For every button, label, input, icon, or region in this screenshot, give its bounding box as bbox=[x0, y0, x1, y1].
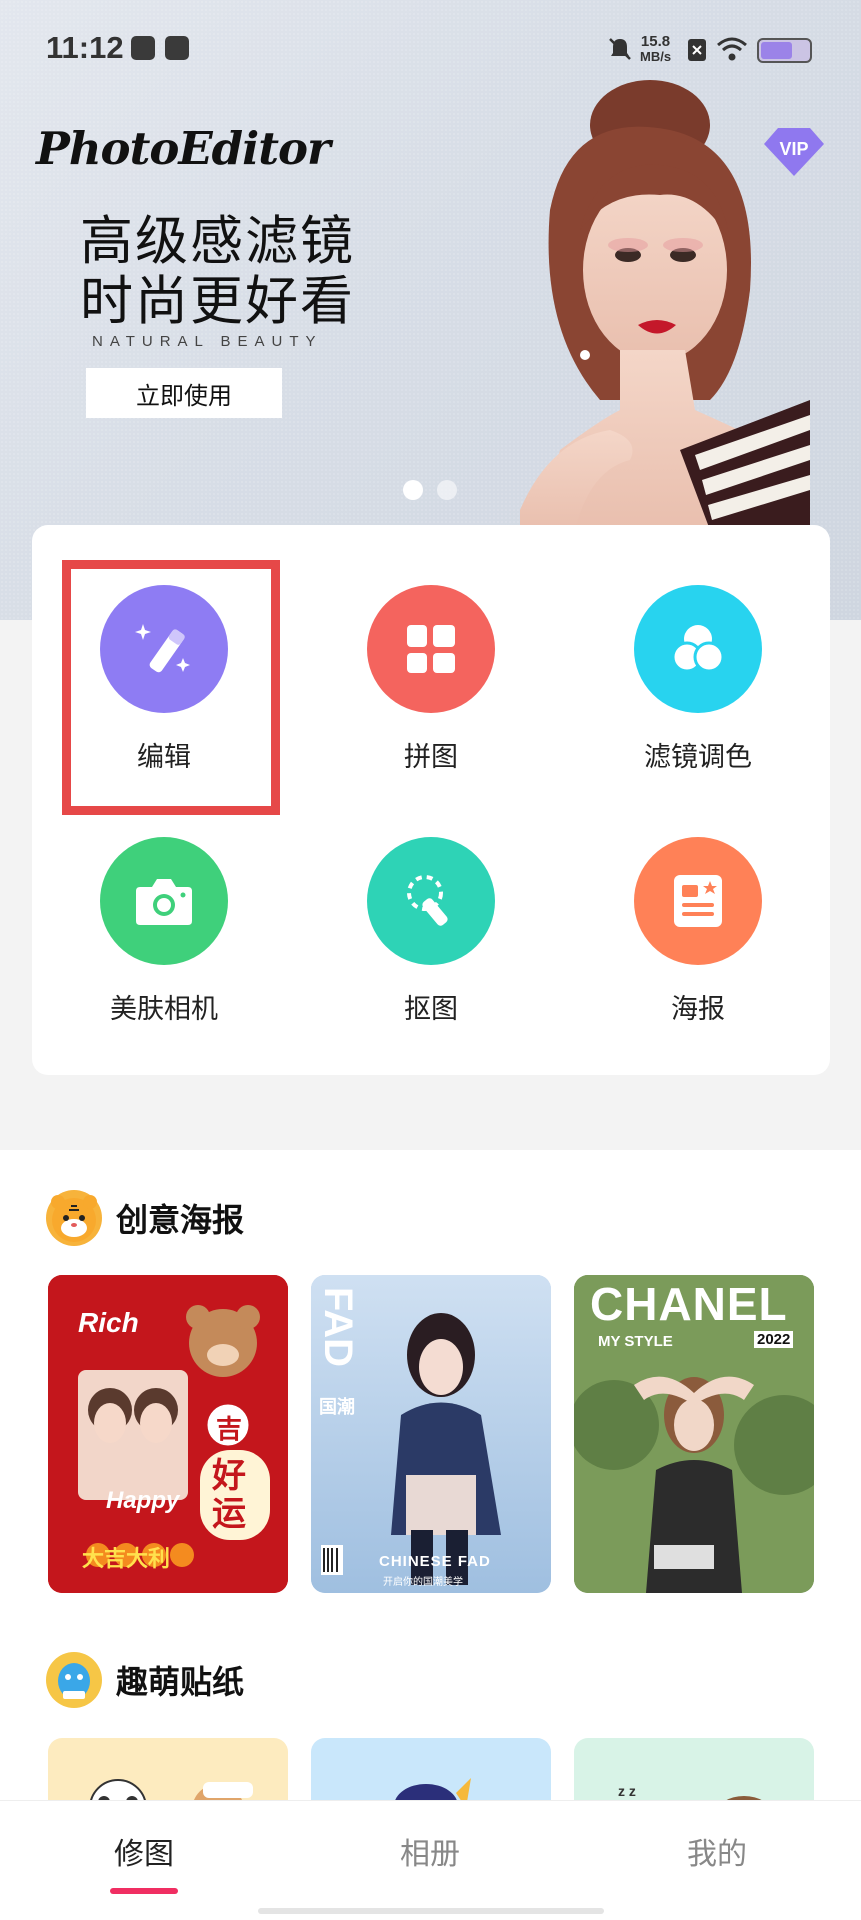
poster-haoyun-text: 好运 bbox=[212, 1456, 246, 1534]
net-speed-unit: MB/s bbox=[640, 49, 672, 64]
tool-beauty-camera[interactable]: 美肤相机 bbox=[64, 837, 264, 1026]
svg-text:VIP: VIP bbox=[779, 139, 808, 159]
poster-happy-text: Happy bbox=[106, 1487, 180, 1514]
sim-off-icon bbox=[688, 39, 706, 61]
vip-badge[interactable]: VIP bbox=[764, 126, 824, 178]
app-logo: PhotoEditor bbox=[36, 122, 331, 175]
cutout-icon bbox=[367, 837, 495, 965]
stickers-section-header: 趣萌贴纸 bbox=[46, 1652, 244, 1708]
poster-year-text: 2022 bbox=[754, 1331, 794, 1348]
tool-edit-label: 编辑 bbox=[137, 742, 191, 773]
poster-guochao-text: 国潮 bbox=[319, 1397, 355, 1418]
poster-daji-text: 大吉大利 bbox=[82, 1547, 171, 1572]
carousel-dot-1[interactable] bbox=[403, 480, 423, 500]
posters-section-title: 创意海报 bbox=[116, 1201, 245, 1239]
net-speed-value: 15.8 bbox=[640, 33, 671, 50]
headline-line-2: 时尚更好看 bbox=[80, 271, 355, 332]
tool-edit[interactable]: 编辑 bbox=[64, 585, 264, 774]
message-notification-icon bbox=[131, 36, 155, 60]
bottom-tab-bar: 修图 相册 我的 bbox=[0, 1800, 861, 1920]
tool-beauty-camera-label: 美肤相机 bbox=[110, 994, 218, 1025]
headline-line-1: 高级感滤镜 bbox=[80, 211, 355, 272]
magic-wand-icon bbox=[100, 585, 228, 713]
poster-fad-text: FAD bbox=[316, 1287, 360, 1367]
poster-chanel-text: CHANEL bbox=[590, 1278, 788, 1330]
tiger-icon bbox=[46, 1190, 102, 1246]
tab-retouch[interactable]: 修图 bbox=[64, 1829, 224, 1873]
carousel-dot-2[interactable] bbox=[437, 480, 457, 500]
tool-collage-label: 拼图 bbox=[404, 742, 458, 773]
poster-chinese-fad-sub: 开启你的国潮美学 bbox=[383, 1577, 463, 1588]
tool-cutout[interactable]: 抠图 bbox=[331, 837, 531, 1026]
model-photo bbox=[520, 80, 810, 530]
wifi-icon bbox=[717, 37, 747, 61]
poster-ji-text: 吉 bbox=[216, 1415, 243, 1445]
battery-icon bbox=[757, 38, 812, 63]
cute-mascot-icon bbox=[46, 1652, 102, 1708]
poster-mystyle-text: MY STYLE bbox=[598, 1333, 673, 1350]
poster-icon bbox=[634, 837, 762, 965]
vip-diamond-icon: VIP bbox=[764, 128, 824, 176]
mute-icon bbox=[609, 38, 631, 60]
net-speed: 15.8 MB/s bbox=[640, 34, 671, 64]
svg-text:z z: z z bbox=[618, 1783, 636, 1799]
collage-grid-icon bbox=[367, 585, 495, 713]
tool-poster-label: 海报 bbox=[671, 994, 725, 1025]
home-indicator[interactable] bbox=[258, 1908, 604, 1914]
tool-cutout-label: 抠图 bbox=[404, 994, 458, 1025]
poster-chinese-fad-title: CHINESE FAD bbox=[379, 1553, 491, 1570]
posters-section-header: 创意海报 bbox=[46, 1190, 244, 1246]
active-tab-indicator bbox=[110, 1888, 178, 1894]
banner-headline: 高级感滤镜 时尚更好看 bbox=[80, 212, 355, 332]
status-bar: 11:12 15.8 MB/s bbox=[0, 0, 861, 100]
poster-rich-text: Rich bbox=[78, 1307, 139, 1338]
carousel-indicator bbox=[403, 480, 457, 500]
tools-panel: 编辑 拼图 滤镜调色 美肤相机 抠图 海报 bbox=[32, 525, 830, 1075]
filter-circles-icon bbox=[634, 585, 762, 713]
tool-collage[interactable]: 拼图 bbox=[331, 585, 531, 774]
tool-filter-label: 滤镜调色 bbox=[644, 742, 752, 773]
stickers-section-title: 趣萌贴纸 bbox=[116, 1663, 245, 1701]
tab-mine[interactable]: 我的 bbox=[637, 1829, 797, 1873]
calendar-notification-icon bbox=[165, 36, 189, 60]
tool-poster[interactable]: 海报 bbox=[598, 837, 798, 1026]
use-now-button[interactable]: 立即使用 bbox=[86, 368, 282, 418]
red-newyear-poster[interactable]: Rich Happy 吉 好运 大吉大利 bbox=[48, 1275, 288, 1593]
chanel-poster[interactable]: CHANEL MY STYLE 2022 bbox=[574, 1275, 814, 1593]
tab-album[interactable]: 相册 bbox=[350, 1829, 510, 1873]
banner-subline: NATURAL BEAUTY bbox=[92, 333, 323, 350]
tool-filter[interactable]: 滤镜调色 bbox=[598, 585, 798, 774]
chinese-fad-poster[interactable]: FAD 国潮 CHINESE FAD 开启你的国潮美学 bbox=[311, 1275, 551, 1593]
status-time: 11:12 bbox=[46, 30, 124, 65]
camera-icon bbox=[100, 837, 228, 965]
